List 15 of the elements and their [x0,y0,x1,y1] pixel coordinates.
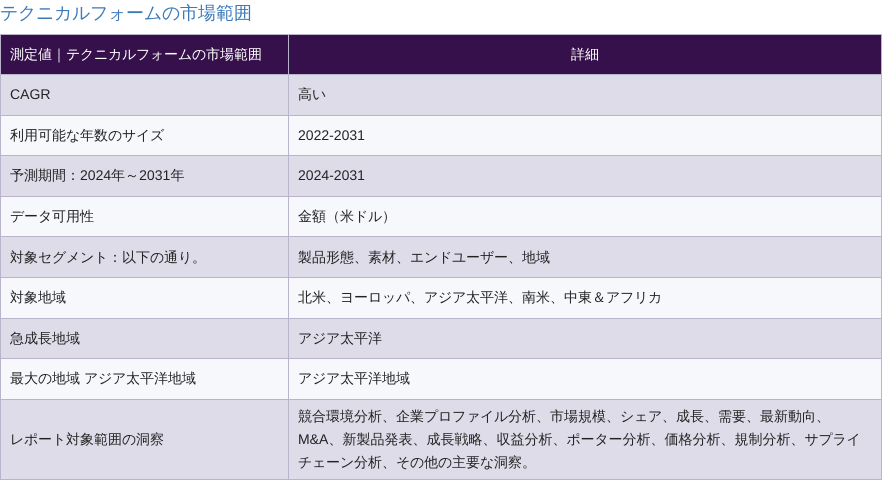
page-title: テクニカルフォームの市場範囲 [0,2,253,25]
column-header: 詳細 [288,34,882,74]
table-cell: 2024-2031 [288,156,882,196]
table-cell: 最大の地域 アジア太平洋地域 [0,358,288,400]
table-cell: 予測期間：2024年～2031年 [0,156,288,196]
table-cell: CAGR [0,74,288,116]
table-cell: 対象セグメント：以下の通り。 [0,236,288,278]
table-cell: 競合環境分析、企業プロファイル分析、市場規模、シェア、成長、需要、最新動向、M&A、新製品発表、成長戦略、収益分析、ポーター分析、価格分析、規制分析、サプライチェーン分析、その他の主要な洞察。 [288,399,882,480]
table-cell: 北米、ヨーロッパ、アジア太平洋、南米、中東＆アフリカ [288,277,882,318]
table-cell: レポート対象範囲の洞察 [0,399,288,480]
column-header: 測定値｜テクニカルフォームの市場範囲 [0,34,288,74]
table-cell: 製品形態、素材、エンドユーザー、地域 [288,236,882,278]
table-cell: 対象地域 [0,277,288,318]
table-cell: 高い [288,74,882,116]
table-cell: アジア太平洋地域 [288,358,882,400]
